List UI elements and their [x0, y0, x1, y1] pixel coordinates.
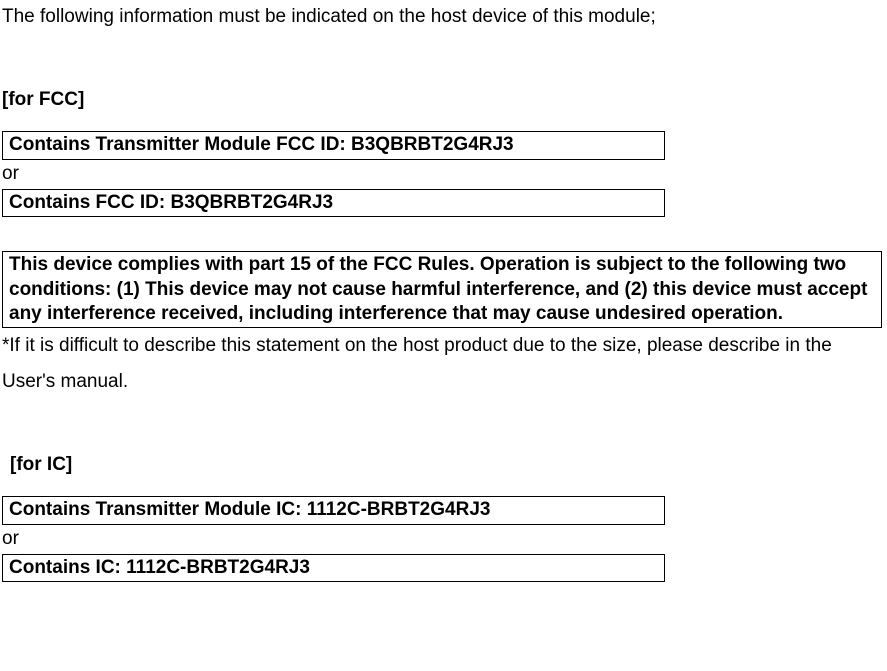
fcc-or: or	[2, 162, 885, 187]
fcc-box-2: Contains FCC ID: B3QBRBT2G4RJ3	[2, 189, 665, 218]
ic-box-1: Contains Transmitter Module IC: 1112C-BR…	[2, 496, 665, 525]
fcc-note: *If it is difficult to describe this sta…	[2, 328, 885, 398]
fcc-header: [for FCC]	[2, 88, 885, 113]
intro-text: The following information must be indica…	[2, 5, 885, 30]
ic-header: [for IC]	[10, 453, 885, 478]
fcc-compliance-box: This device complies with part 15 of the…	[2, 251, 882, 328]
ic-or: or	[2, 527, 885, 552]
fcc-box-1: Contains Transmitter Module FCC ID: B3QB…	[2, 131, 665, 160]
ic-box-2: Contains IC: 1112C-BRBT2G4RJ3	[2, 554, 665, 583]
